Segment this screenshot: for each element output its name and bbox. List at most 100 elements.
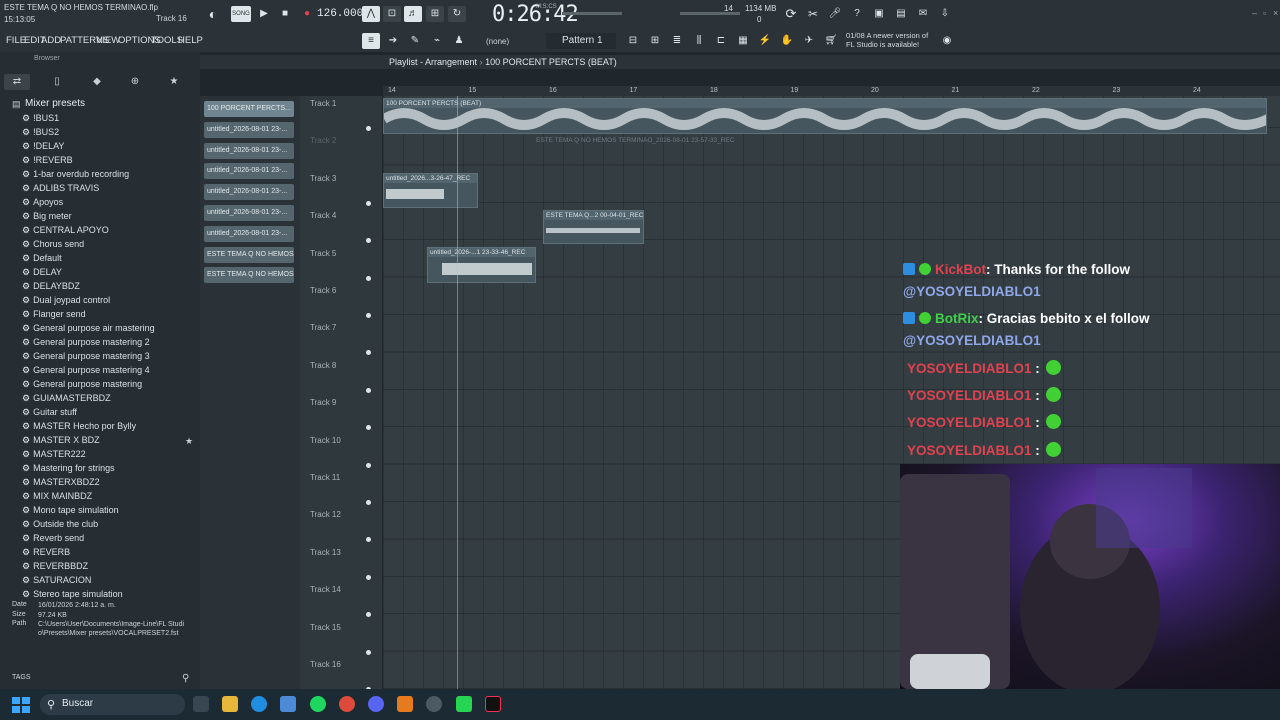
files-tab-icon[interactable]: ▯ [44, 74, 70, 90]
preset-item[interactable]: ⚙ MASTERXBDZ2 [22, 477, 100, 491]
track-mute-dot[interactable] [366, 200, 371, 206]
chat-icon[interactable]: ✉ [914, 6, 932, 22]
preset-item[interactable]: ⚙ MIX MAINBDZ [22, 491, 92, 505]
chrome-icon[interactable] [339, 696, 355, 712]
track-mute-dot[interactable] [366, 649, 371, 655]
preset-item[interactable]: ⚙ 1-bar overdub recording [22, 169, 129, 183]
stamp-icon[interactable]: ♟ [450, 33, 468, 49]
preset-item[interactable]: ⚙ General purpose mastering 2 [22, 337, 150, 351]
preset-item[interactable]: ⚙ Apoyos [22, 197, 63, 211]
preset-item[interactable]: ⚙ REVERB [22, 547, 70, 561]
track-label[interactable]: Track 1 [310, 99, 336, 108]
preset-item[interactable]: ⚙ ADLIBS TRAVIS [22, 183, 99, 197]
song-mode-toggle[interactable]: SONG [231, 6, 251, 22]
preset-item[interactable]: ⚙ Flanger send [22, 309, 86, 323]
track-mute-dot[interactable] [366, 574, 371, 580]
fl-studio-icon[interactable] [397, 696, 413, 712]
spotify-icon[interactable] [310, 696, 326, 712]
preset-item[interactable]: ⚙ MASTER222 [22, 449, 86, 463]
track-label[interactable]: Track 2 [310, 136, 336, 145]
tempo-tap-icon[interactable]: ✈ [800, 33, 818, 49]
next-icon[interactable]: ➔ [384, 33, 402, 49]
plugins-tab-icon[interactable]: ◆ [84, 74, 110, 90]
track-label[interactable]: Track 8 [310, 361, 336, 370]
preset-item[interactable]: ⚙ MASTER X BDZ [22, 435, 100, 449]
menu-view[interactable]: VIEW [96, 35, 120, 46]
countdown-icon[interactable]: ♬ [404, 6, 422, 22]
timeline-ruler[interactable] [383, 86, 1280, 96]
menu-help[interactable]: HELP [178, 35, 203, 46]
file-explorer-icon[interactable] [222, 696, 238, 712]
update-notification[interactable]: 01/08 A newer version of FL Studio is av… [846, 31, 928, 49]
undo-history-icon[interactable]: ⟳ [782, 6, 800, 22]
pattern-selector[interactable]: Pattern 1 [546, 33, 616, 49]
all-tab-icon[interactable]: ⇄ [4, 74, 30, 90]
touch-icon[interactable]: ✋ [778, 33, 796, 49]
preset-item[interactable]: ⚙ !BUS2 [22, 127, 59, 141]
track-label[interactable]: Track 16 [310, 660, 341, 669]
cut-icon[interactable]: ✂ [804, 6, 822, 22]
edge-icon[interactable] [251, 696, 267, 712]
maximize-icon[interactable]: ▫ [1263, 8, 1266, 18]
tag-search-icon[interactable]: ⚲ [182, 673, 189, 684]
browser-folder-title[interactable]: Mixer presets [25, 98, 85, 109]
pencil-icon[interactable]: ✎ [406, 33, 424, 49]
picker-clip[interactable]: ESTE TEMA Q NO HEMOS T... [204, 246, 294, 263]
library-tab-icon[interactable]: ⊕ [122, 74, 148, 90]
preset-item[interactable]: ⚙ MASTER Hecho por Bylly [22, 421, 136, 435]
clip-track3[interactable]: untitled_2026...3-26-47_REC [383, 173, 478, 208]
picker-clip[interactable]: untitled_2026-08-01 23-... [204, 225, 294, 242]
track-label[interactable]: Track 15 [310, 623, 341, 632]
preset-item[interactable]: ⚙ Outside the club [22, 519, 98, 533]
clip-track5[interactable]: untitled_2026-...1 23-33-46_REC [427, 247, 536, 283]
store-icon[interactable] [280, 696, 296, 712]
plugin-picker-icon[interactable]: ▦ [734, 33, 752, 49]
plug-icon[interactable]: ⚡ [756, 33, 774, 49]
track-label[interactable]: Track 9 [310, 398, 336, 407]
minimize-icon[interactable]: – [1252, 8, 1257, 18]
track-label[interactable]: Track 7 [310, 323, 336, 332]
save-icon[interactable]: ▣ [870, 6, 888, 22]
preset-item[interactable]: ⚙ Mastering for strings [22, 463, 115, 477]
track-label[interactable]: Track 12 [310, 510, 341, 519]
preset-item[interactable]: ⚙ Dual joypad control [22, 295, 110, 309]
preset-item[interactable]: ⚙ Default [22, 253, 62, 267]
track-label[interactable]: Track 6 [310, 286, 336, 295]
track-label[interactable]: Track 5 [310, 249, 336, 258]
browser-toggle-icon[interactable]: ⊏ [712, 33, 730, 49]
piano-roll-icon[interactable]: ≣ [668, 33, 686, 49]
metronome-icon[interactable]: ⋀ [362, 6, 380, 22]
master-volume-slider[interactable] [562, 12, 622, 15]
favorites-tab-icon[interactable]: ★ [161, 74, 187, 90]
loop-record-icon[interactable]: ↻ [448, 6, 466, 22]
snap-selector[interactable]: (none) [486, 37, 509, 46]
track-mute-dot[interactable] [366, 500, 371, 505]
cart-icon[interactable]: 🛒︎ [822, 33, 840, 49]
preset-item[interactable]: ⚙ REVERBBDZ [22, 561, 88, 575]
clip-beat[interactable]: 100 PORCENT PERCTS (BEAT) [383, 98, 1267, 134]
picker-clip[interactable]: untitled_2026-08-01 23-... [204, 163, 294, 180]
kick-icon[interactable] [456, 696, 472, 712]
link-icon[interactable]: ⌁ [428, 33, 446, 49]
picker-clip[interactable]: ESTE TEMA Q NO HEMOS T... [204, 267, 294, 284]
task-view-icon[interactable] [193, 696, 209, 712]
track-mute-dot[interactable] [366, 275, 371, 281]
track-label[interactable]: Track 13 [310, 548, 341, 557]
picker-clip[interactable]: untitled_2026-08-01 23-... [204, 121, 294, 138]
track-label[interactable]: Track 10 [310, 436, 341, 445]
snap-icon[interactable]: ≡ [362, 33, 380, 49]
download-icon[interactable]: ⇩ [936, 6, 954, 22]
preset-item[interactable]: ⚙ General purpose mastering 4 [22, 365, 150, 379]
obs-icon[interactable] [426, 696, 442, 712]
picker-clip[interactable]: 100 PORCENT PERCTS... [204, 101, 294, 117]
preset-item[interactable]: ⚙ Chorus send [22, 239, 84, 253]
preset-item[interactable]: ⚙ General purpose mastering [22, 379, 142, 393]
picker-clip[interactable]: untitled_2026-08-01 23-... [204, 184, 294, 201]
track-mute-dot[interactable] [366, 313, 371, 318]
stop-icon[interactable]: ■ [276, 6, 294, 22]
preset-item[interactable]: ⚙ !BUS1 [22, 113, 59, 127]
preset-item[interactable]: ⚙ Reverb send [22, 533, 84, 547]
microphone-icon[interactable]: 🎤︎ [826, 6, 844, 22]
picker-clip[interactable]: untitled_2026-08-01 23-... [204, 142, 294, 159]
close-icon[interactable]: × [1273, 8, 1278, 18]
